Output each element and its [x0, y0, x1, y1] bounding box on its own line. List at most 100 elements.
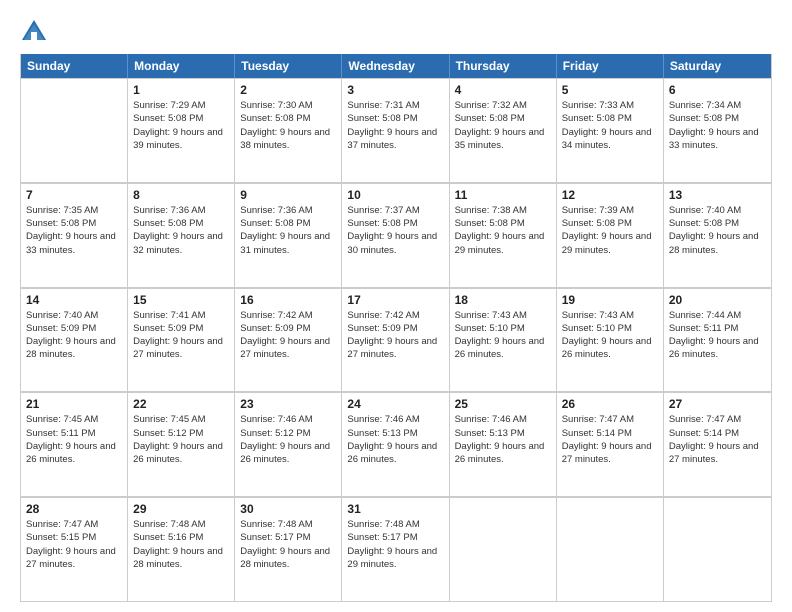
day-number: 24 [347, 397, 443, 411]
day-number: 29 [133, 502, 229, 516]
calendar-row-4: 21 Sunrise: 7:45 AMSunset: 5:11 PMDayligh… [21, 392, 771, 497]
day-number: 22 [133, 397, 229, 411]
calendar-cell: 15Sunrise: 7:41 AMSunset: 5:09 PMDayligh… [128, 288, 235, 392]
day-number: 27 [669, 397, 766, 411]
calendar-cell: 2 Sunrise: 7:30 AMSunset: 5:08 PMDaylight… [235, 78, 342, 182]
sun-info: Sunrise: 7:34 AMSunset: 5:08 PMDaylight:… [669, 99, 766, 152]
calendar-cell: 8Sunrise: 7:36 AMSunset: 5:08 PMDaylight… [128, 183, 235, 287]
day-number: 30 [240, 502, 336, 516]
calendar-body: 1 Sunrise: 7:29 AMSunset: 5:08 PMDaylight… [21, 78, 771, 601]
sun-info: Sunrise: 7:46 AMSunset: 5:13 PMDaylight:… [347, 413, 443, 466]
day-number: 11 [455, 188, 551, 202]
sun-info: Sunrise: 7:45 AMSunset: 5:12 PMDaylight:… [133, 413, 229, 466]
calendar-cell: 22 Sunrise: 7:45 AMSunset: 5:12 PMDayligh… [128, 392, 235, 496]
sun-info: Sunrise: 7:36 AMSunset: 5:08 PMDaylight:… [133, 204, 229, 257]
sun-info: Sunrise: 7:30 AMSunset: 5:08 PMDaylight:… [240, 99, 336, 152]
day-number: 6 [669, 83, 766, 97]
calendar-cell: 25 Sunrise: 7:46 AMSunset: 5:13 PMDayligh… [450, 392, 557, 496]
sun-info: Sunrise: 7:37 AMSunset: 5:08 PMDaylight:… [347, 204, 443, 257]
day-number: 4 [455, 83, 551, 97]
day-number: 7 [26, 188, 122, 202]
sun-info: Sunrise: 7:46 AMSunset: 5:13 PMDaylight:… [455, 413, 551, 466]
sun-info: Sunrise: 7:42 AMSunset: 5:09 PMDaylight:… [240, 309, 336, 362]
calendar-cell: 31Sunrise: 7:48 AMSunset: 5:17 PMDayligh… [342, 497, 449, 601]
calendar-cell: 4 Sunrise: 7:32 AMSunset: 5:08 PMDaylight… [450, 78, 557, 182]
logo [20, 18, 52, 46]
calendar-cell: 19 Sunrise: 7:43 AMSunset: 5:10 PMDayligh… [557, 288, 664, 392]
calendar-cell: 20 Sunrise: 7:44 AMSunset: 5:11 PMDayligh… [664, 288, 771, 392]
calendar-cell: 30 Sunrise: 7:48 AMSunset: 5:17 PMDayligh… [235, 497, 342, 601]
weekday-header-saturday: Saturday [664, 54, 771, 78]
sun-info: Sunrise: 7:42 AMSunset: 5:09 PMDaylight:… [347, 309, 443, 362]
calendar-header: SundayMondayTuesdayWednesdayThursdayFrid… [21, 54, 771, 78]
sun-info: Sunrise: 7:41 AMSunset: 5:09 PMDaylight:… [133, 309, 229, 362]
calendar-cell: 23 Sunrise: 7:46 AMSunset: 5:12 PMDayligh… [235, 392, 342, 496]
day-number: 18 [455, 293, 551, 307]
calendar-cell [450, 497, 557, 601]
header [20, 18, 772, 46]
day-number: 10 [347, 188, 443, 202]
weekday-header-friday: Friday [557, 54, 664, 78]
calendar-cell: 6 Sunrise: 7:34 AMSunset: 5:08 PMDaylight… [664, 78, 771, 182]
day-number: 28 [26, 502, 122, 516]
weekday-header-monday: Monday [128, 54, 235, 78]
calendar-cell: 24 Sunrise: 7:46 AMSunset: 5:13 PMDayligh… [342, 392, 449, 496]
sun-info: Sunrise: 7:45 AMSunset: 5:11 PMDaylight:… [26, 413, 122, 466]
day-number: 23 [240, 397, 336, 411]
calendar-row-2: 7 Sunrise: 7:35 AMSunset: 5:08 PMDaylight… [21, 183, 771, 288]
calendar-row-1: 1 Sunrise: 7:29 AMSunset: 5:08 PMDaylight… [21, 78, 771, 183]
calendar: SundayMondayTuesdayWednesdayThursdayFrid… [20, 54, 772, 602]
sun-info: Sunrise: 7:43 AMSunset: 5:10 PMDaylight:… [562, 309, 658, 362]
calendar-cell: 14Sunrise: 7:40 AMSunset: 5:09 PMDayligh… [21, 288, 128, 392]
day-number: 3 [347, 83, 443, 97]
weekday-header-thursday: Thursday [450, 54, 557, 78]
weekday-header-tuesday: Tuesday [235, 54, 342, 78]
sun-info: Sunrise: 7:44 AMSunset: 5:11 PMDaylight:… [669, 309, 766, 362]
calendar-cell: 1 Sunrise: 7:29 AMSunset: 5:08 PMDaylight… [128, 78, 235, 182]
sun-info: Sunrise: 7:35 AMSunset: 5:08 PMDaylight:… [26, 204, 122, 257]
sun-info: Sunrise: 7:47 AMSunset: 5:15 PMDaylight:… [26, 518, 122, 571]
weekday-header-sunday: Sunday [21, 54, 128, 78]
calendar-cell: 9 Sunrise: 7:36 AMSunset: 5:08 PMDaylight… [235, 183, 342, 287]
day-number: 1 [133, 83, 229, 97]
day-number: 9 [240, 188, 336, 202]
calendar-cell: 11 Sunrise: 7:38 AMSunset: 5:08 PMDayligh… [450, 183, 557, 287]
sun-info: Sunrise: 7:29 AMSunset: 5:08 PMDaylight:… [133, 99, 229, 152]
sun-info: Sunrise: 7:32 AMSunset: 5:08 PMDaylight:… [455, 99, 551, 152]
sun-info: Sunrise: 7:48 AMSunset: 5:17 PMDaylight:… [240, 518, 336, 571]
calendar-row-5: 28 Sunrise: 7:47 AMSunset: 5:15 PMDayligh… [21, 497, 771, 601]
calendar-cell: 13Sunrise: 7:40 AMSunset: 5:08 PMDayligh… [664, 183, 771, 287]
logo-icon [20, 18, 48, 46]
calendar-cell: 26 Sunrise: 7:47 AMSunset: 5:14 PMDayligh… [557, 392, 664, 496]
day-number: 13 [669, 188, 766, 202]
calendar-cell: 17Sunrise: 7:42 AMSunset: 5:09 PMDayligh… [342, 288, 449, 392]
calendar-cell: 12Sunrise: 7:39 AMSunset: 5:08 PMDayligh… [557, 183, 664, 287]
sun-info: Sunrise: 7:47 AMSunset: 5:14 PMDaylight:… [669, 413, 766, 466]
calendar-cell: 16Sunrise: 7:42 AMSunset: 5:09 PMDayligh… [235, 288, 342, 392]
sun-info: Sunrise: 7:38 AMSunset: 5:08 PMDaylight:… [455, 204, 551, 257]
calendar-cell: 3 Sunrise: 7:31 AMSunset: 5:08 PMDaylight… [342, 78, 449, 182]
day-number: 14 [26, 293, 122, 307]
sun-info: Sunrise: 7:48 AMSunset: 5:17 PMDaylight:… [347, 518, 443, 571]
sun-info: Sunrise: 7:31 AMSunset: 5:08 PMDaylight:… [347, 99, 443, 152]
day-number: 21 [26, 397, 122, 411]
calendar-cell: 10 Sunrise: 7:37 AMSunset: 5:08 PMDayligh… [342, 183, 449, 287]
day-number: 19 [562, 293, 658, 307]
day-number: 25 [455, 397, 551, 411]
sun-info: Sunrise: 7:36 AMSunset: 5:08 PMDaylight:… [240, 204, 336, 257]
weekday-header-wednesday: Wednesday [342, 54, 449, 78]
day-number: 20 [669, 293, 766, 307]
day-number: 26 [562, 397, 658, 411]
calendar-cell: 21 Sunrise: 7:45 AMSunset: 5:11 PMDayligh… [21, 392, 128, 496]
calendar-cell: 18 Sunrise: 7:43 AMSunset: 5:10 PMDayligh… [450, 288, 557, 392]
calendar-cell [664, 497, 771, 601]
calendar-cell: 5Sunrise: 7:33 AMSunset: 5:08 PMDaylight… [557, 78, 664, 182]
calendar-row-3: 14Sunrise: 7:40 AMSunset: 5:09 PMDayligh… [21, 288, 771, 393]
sun-info: Sunrise: 7:43 AMSunset: 5:10 PMDaylight:… [455, 309, 551, 362]
sun-info: Sunrise: 7:46 AMSunset: 5:12 PMDaylight:… [240, 413, 336, 466]
day-number: 2 [240, 83, 336, 97]
sun-info: Sunrise: 7:47 AMSunset: 5:14 PMDaylight:… [562, 413, 658, 466]
calendar-cell [21, 78, 128, 182]
calendar-cell: 27 Sunrise: 7:47 AMSunset: 5:14 PMDayligh… [664, 392, 771, 496]
calendar-cell [557, 497, 664, 601]
